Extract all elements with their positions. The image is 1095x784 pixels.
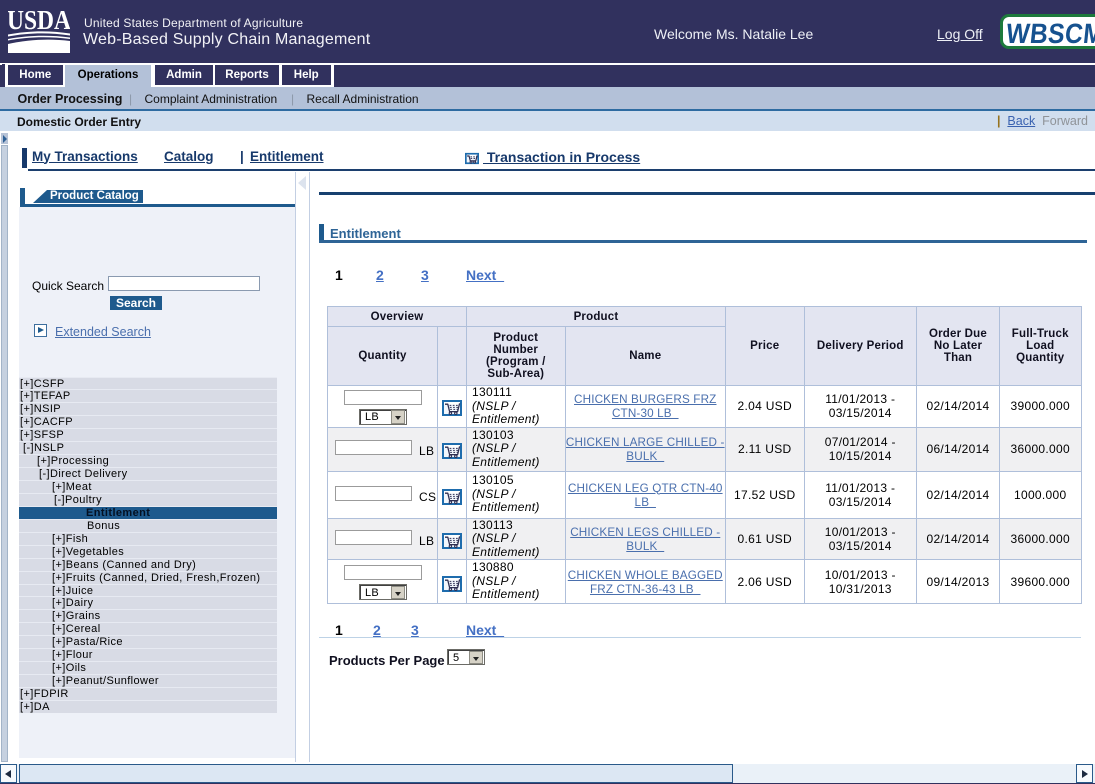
svg-text:USDA: USDA <box>8 7 70 35</box>
